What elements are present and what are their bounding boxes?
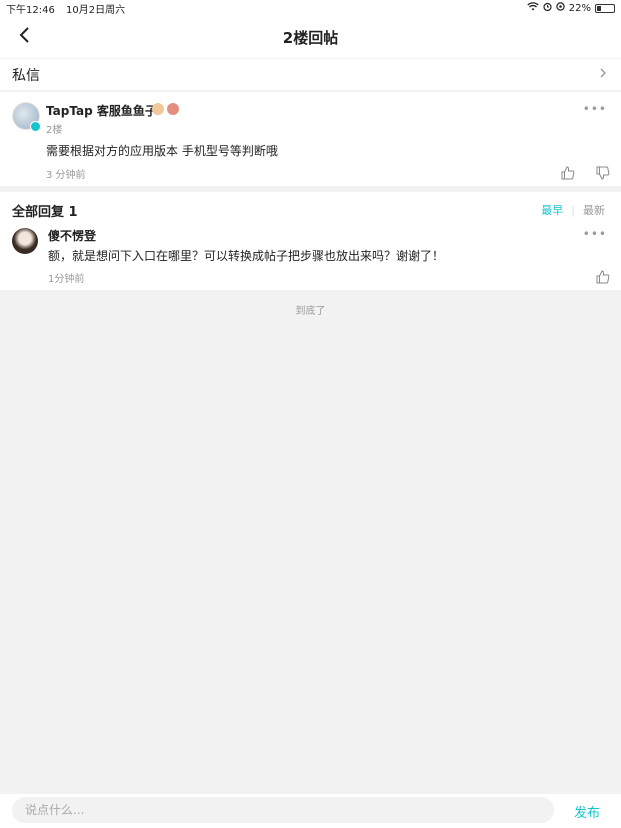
post-time: 3 分钟前 (46, 170, 86, 181)
battery-icon (595, 3, 615, 13)
battery-percent: 22% (568, 2, 591, 14)
status-right: 22% (527, 2, 615, 14)
private-message-row[interactable]: 私信 (0, 58, 621, 90)
reply-content: 额，就是想问下入口在哪里？可以转换成帖子把步骤也放出来吗？谢谢了！ (48, 249, 445, 263)
wifi-icon (527, 2, 539, 14)
publish-button[interactable]: 发布 (574, 802, 600, 821)
post-author[interactable]: TapTap 客服鱼鱼子 (46, 102, 157, 119)
chevron-left-icon (19, 27, 29, 43)
status-date: 10月2日周六 (66, 4, 126, 16)
floor-number: 2楼 (46, 125, 63, 136)
medal-icon (167, 103, 179, 115)
thumbs-down-icon (596, 166, 610, 180)
end-of-list-text: 到底了 (295, 306, 326, 317)
nav-bar: 2楼回帖 (0, 16, 621, 58)
battery-fill (597, 5, 601, 11)
like-button[interactable] (561, 165, 575, 180)
reply-time: 1分钟前 (48, 274, 85, 285)
replies-section: 全部回复 1 最早 | 最新 傻不愣登 ••• 额，就是想问下入口在哪里？可以转… (0, 192, 621, 290)
main-post: TapTap 客服鱼鱼子 2楼 ••• 需要根据对方的应用版本 手机型号等判断哦… (0, 92, 621, 186)
sort-latest-button[interactable]: 最新 (583, 202, 605, 218)
rotation-lock-icon (556, 2, 565, 14)
thumbs-up-icon (561, 166, 575, 180)
page-title: 2楼回帖 (282, 28, 339, 47)
status-left: 下午12:46 10月2日周六 (6, 1, 133, 16)
reply-author-avatar[interactable] (12, 228, 38, 254)
dislike-button[interactable] (596, 165, 610, 180)
verified-badge-icon (30, 121, 41, 132)
sort-options: 最早 | 最新 (541, 202, 605, 218)
reply-like-button[interactable] (596, 269, 610, 284)
bottom-bar: 发布 (0, 794, 621, 828)
comment-input[interactable] (12, 797, 554, 823)
status-time: 下午12:46 (6, 4, 55, 16)
back-button[interactable] (18, 26, 38, 48)
private-message-label: 私信 (12, 67, 40, 84)
replies-title: 全部回复 1 (12, 205, 78, 220)
thumbs-up-icon (596, 270, 610, 284)
post-content: 需要根据对方的应用版本 手机型号等判断哦 (46, 144, 278, 158)
status-bar: 下午12:46 10月2日周六 22% (0, 0, 621, 16)
reply-more-options-button[interactable]: ••• (583, 227, 607, 241)
more-options-button[interactable]: ••• (583, 102, 607, 116)
reply-author[interactable]: 傻不愣登 (48, 227, 96, 244)
alarm-icon (543, 2, 552, 14)
medal-icon (152, 103, 164, 115)
sort-earliest-button[interactable]: 最早 (541, 202, 563, 218)
sort-divider: | (571, 203, 575, 217)
chevron-right-icon (599, 67, 607, 83)
